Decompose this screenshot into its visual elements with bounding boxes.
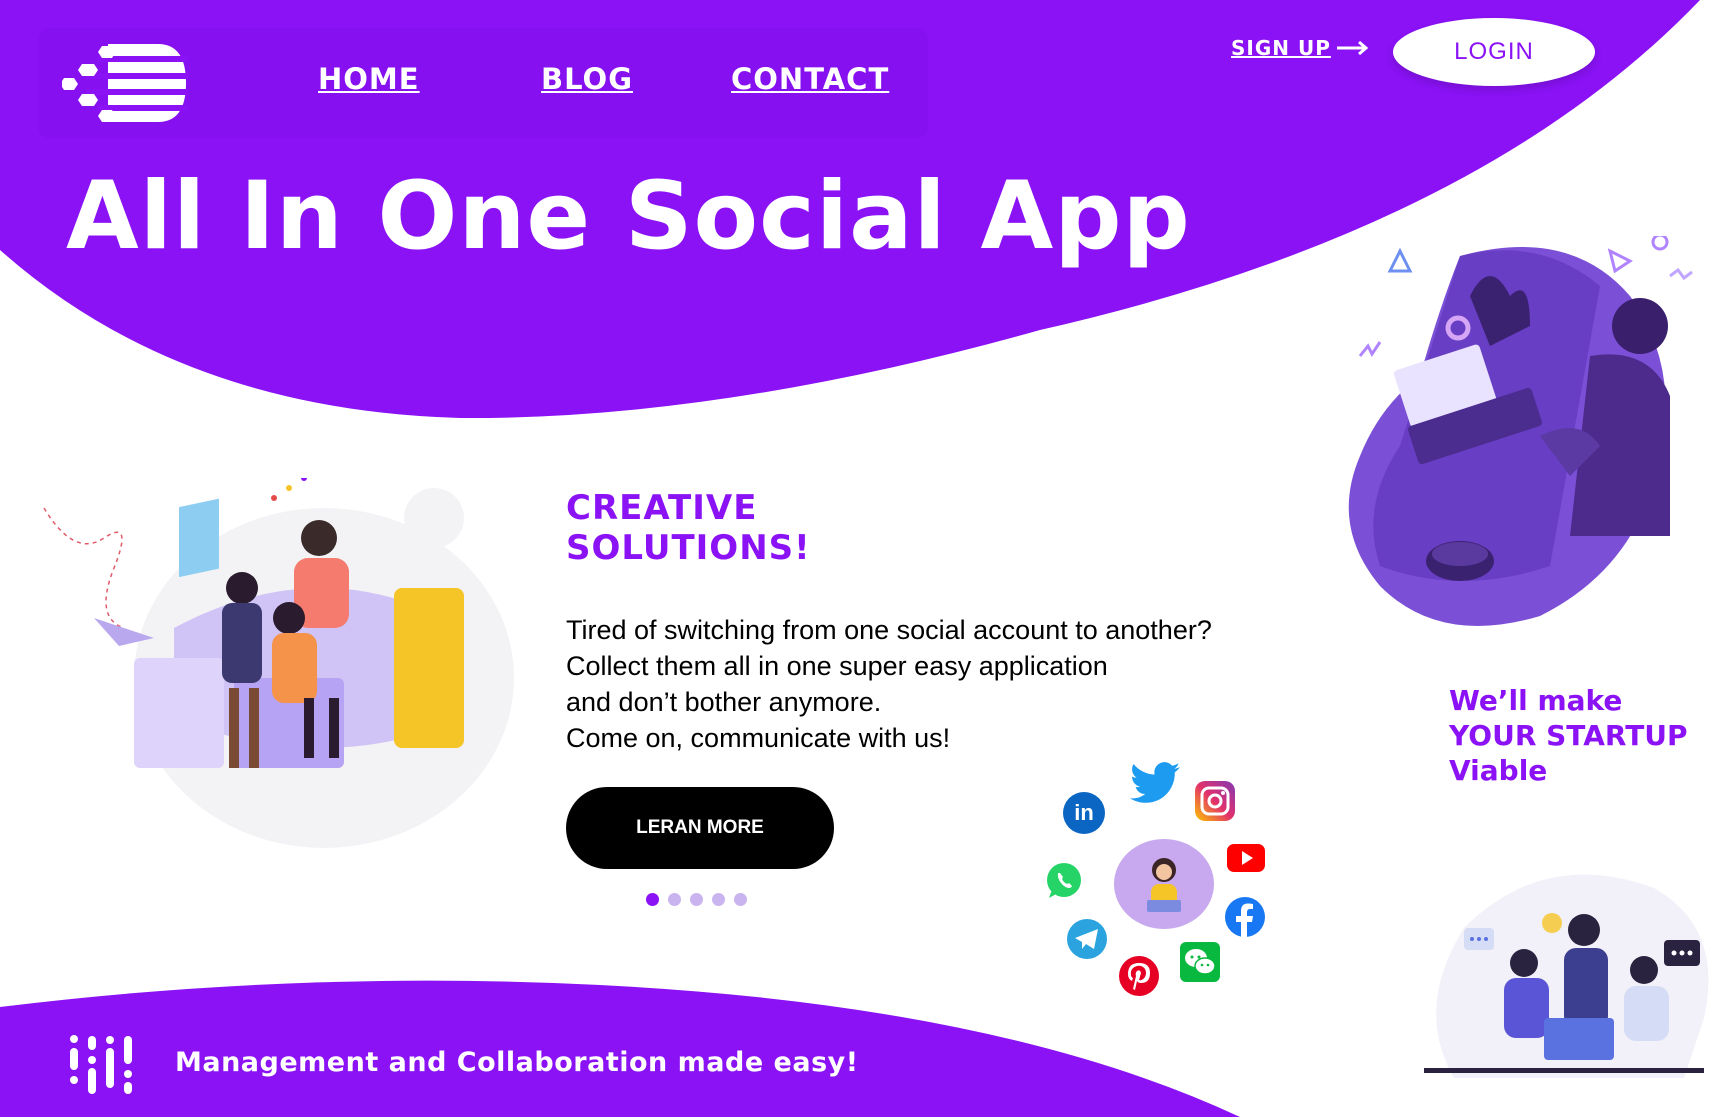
startup-tagline: We’ll make YOUR STARTUP Viable xyxy=(1449,683,1688,788)
laptop-worker-illustration xyxy=(1348,236,1693,626)
carousel-dot-2[interactable] xyxy=(668,893,681,906)
section-heading: CREATIVE SOLUTIONS! xyxy=(566,488,886,568)
carousel-dot-5[interactable] xyxy=(734,893,747,906)
signup-label: SIGN UP xyxy=(1231,36,1331,60)
nav-home[interactable]: HOME xyxy=(318,62,420,96)
arrow-right-icon xyxy=(1336,41,1369,55)
whatsapp-icon[interactable] xyxy=(1044,860,1084,900)
facebook-icon[interactable] xyxy=(1224,896,1266,938)
carousel-dot-3[interactable] xyxy=(690,893,703,906)
startup-line-1: We’ll make xyxy=(1449,684,1623,717)
hero-title: All In One Social App xyxy=(66,162,1191,271)
heading-line-1: CREATIVE xyxy=(566,488,758,528)
carousel-dots xyxy=(646,893,747,906)
section-description: Tired of switching from one social accou… xyxy=(566,612,1306,756)
instagram-icon[interactable] xyxy=(1194,780,1236,822)
brand-logo[interactable] xyxy=(62,38,188,128)
nav-blog[interactable]: BLOG xyxy=(541,62,633,96)
twitter-icon[interactable] xyxy=(1130,762,1180,804)
linkedin-icon[interactable]: in xyxy=(1063,792,1105,834)
pinterest-icon[interactable] xyxy=(1118,955,1160,997)
desc-line-2: Collect them all in one super easy appli… xyxy=(566,651,1108,681)
desc-line-1: Tired of switching from one social accou… xyxy=(566,615,1212,645)
desc-line-3: and don’t bother anymore. xyxy=(566,687,882,717)
footer-tagline: Management and Collaboration made easy! xyxy=(175,1047,859,1078)
login-button[interactable]: LOGIN xyxy=(1393,18,1595,86)
nav-contact[interactable]: CONTACT xyxy=(731,62,889,96)
team-meeting-illustration xyxy=(1424,874,1709,1078)
wechat-icon[interactable] xyxy=(1180,942,1220,982)
signup-link[interactable]: SIGN UP xyxy=(1231,36,1369,60)
heading-line-2: SOLUTIONS! xyxy=(566,528,811,568)
learn-more-button[interactable]: LERAN MORE xyxy=(566,787,834,869)
youtube-icon[interactable] xyxy=(1226,842,1266,874)
footer-logo xyxy=(70,1035,132,1094)
carousel-dot-4[interactable] xyxy=(712,893,725,906)
team-illustration xyxy=(43,478,514,848)
startup-line-3: Viable xyxy=(1449,754,1548,787)
startup-line-2: YOUR STARTUP xyxy=(1449,719,1688,752)
social-hub-avatar xyxy=(1114,839,1214,929)
telegram-icon[interactable] xyxy=(1066,918,1108,960)
desc-line-4: Come on, communicate with us! xyxy=(566,723,951,753)
carousel-dot-1[interactable] xyxy=(646,893,659,906)
